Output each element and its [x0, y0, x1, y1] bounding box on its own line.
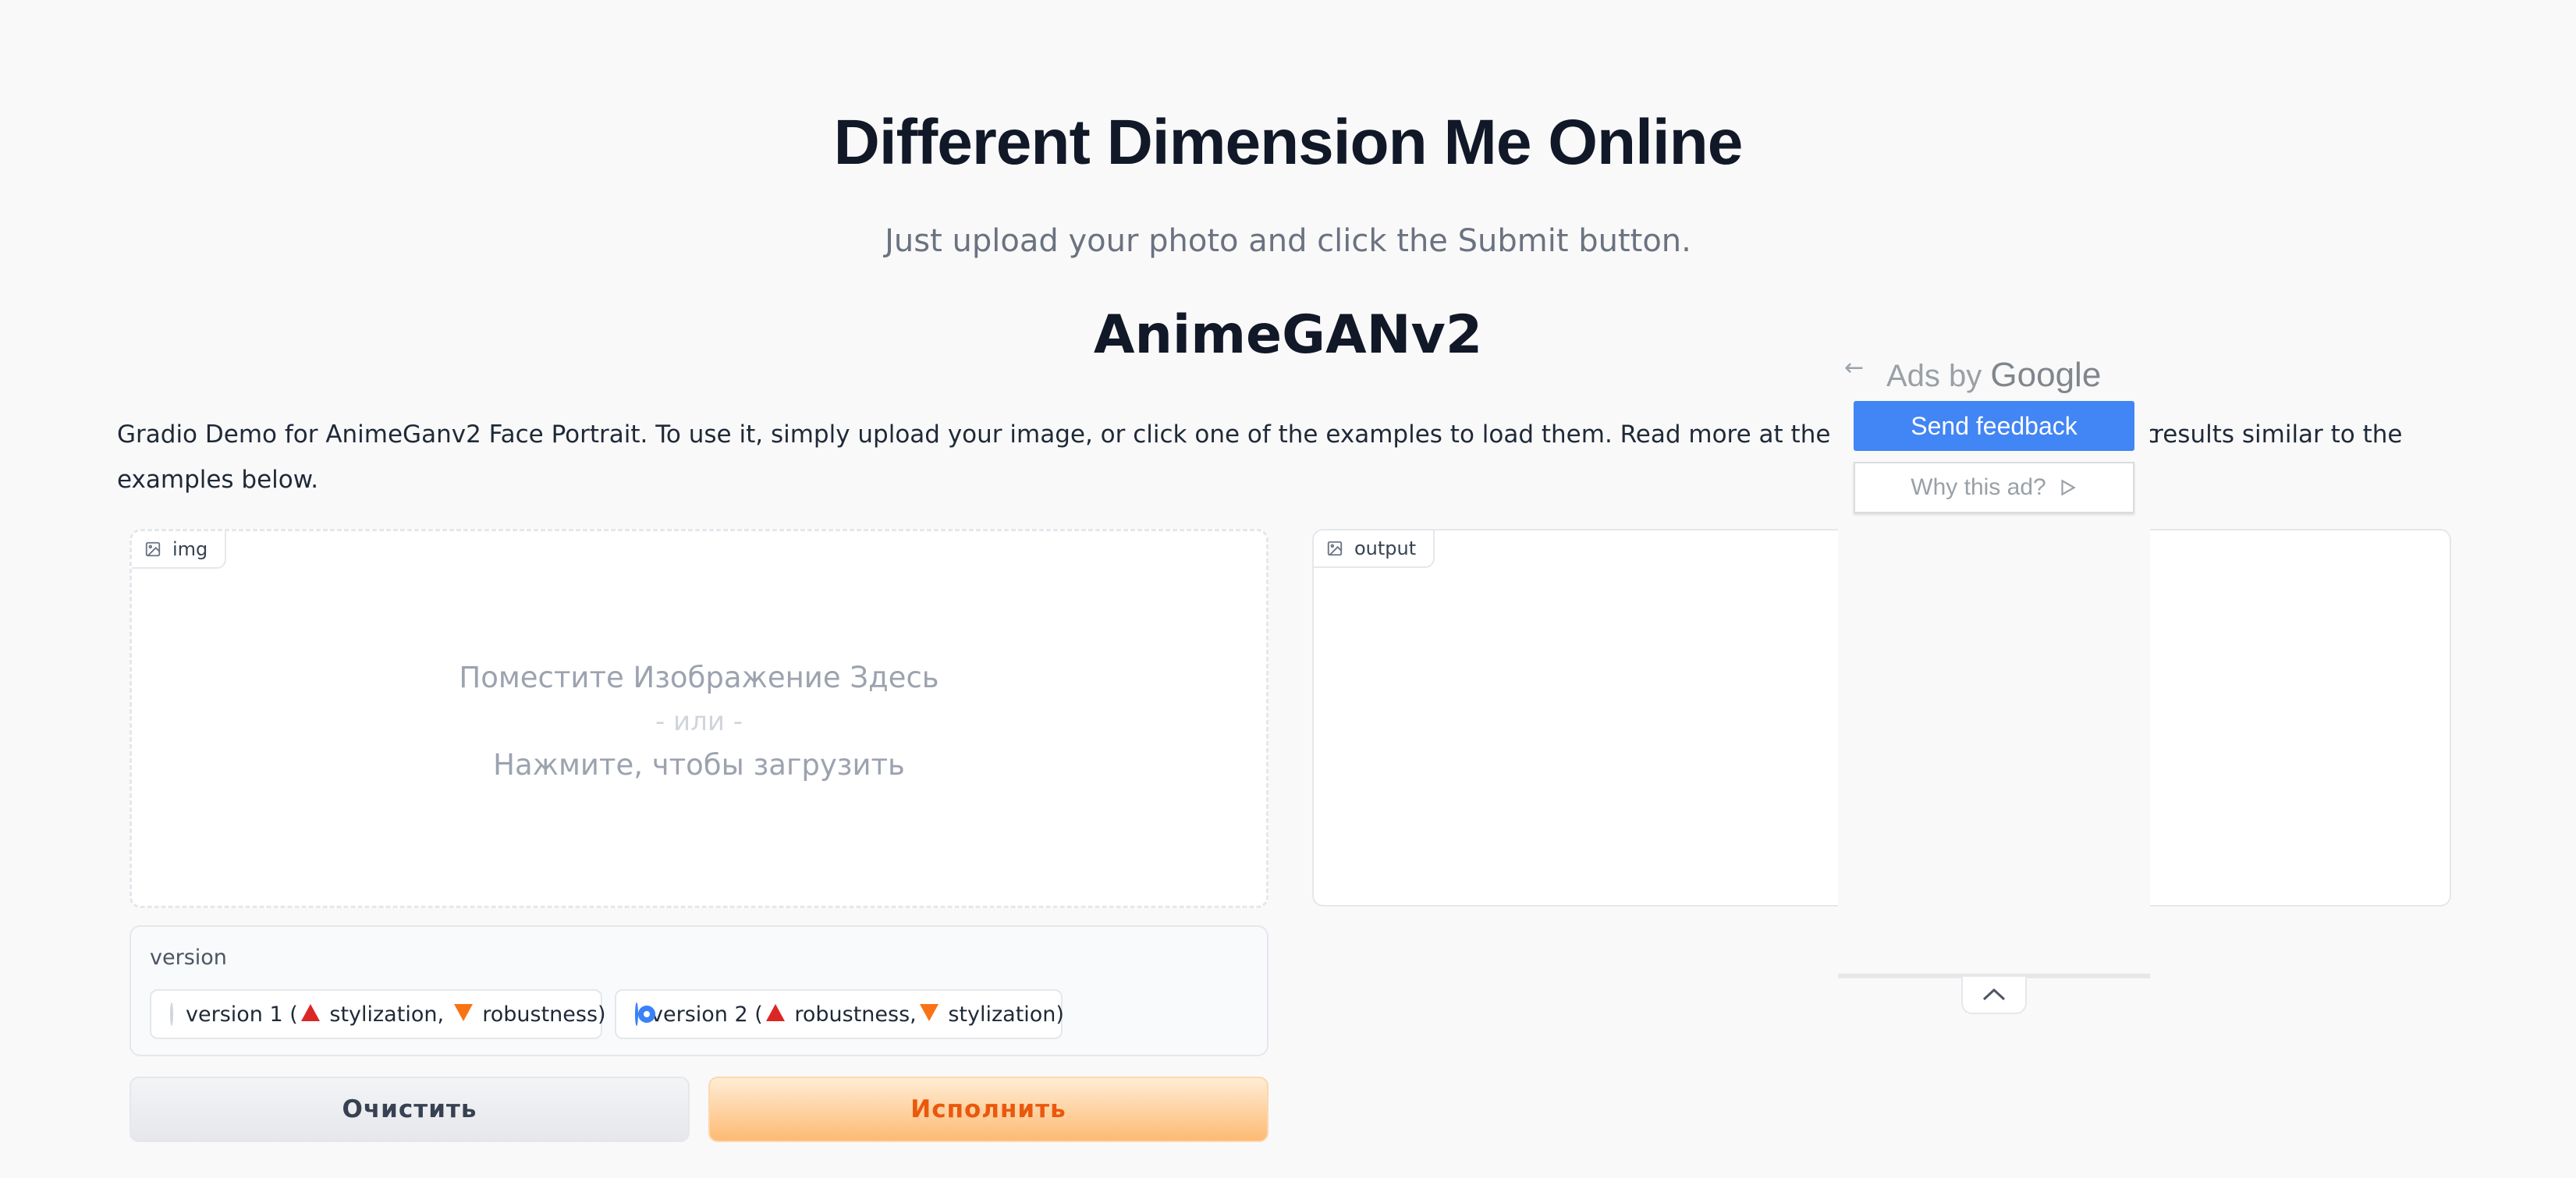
play-triangle-icon: [2061, 479, 2076, 496]
ad-overlay: ← Ads by Google Send feedback Why this a…: [1838, 346, 2150, 985]
img-label-tag: img: [132, 531, 227, 569]
option-1-prefix: version 1 (: [186, 1002, 298, 1027]
triangle-up-icon: [765, 1003, 785, 1021]
model-title: AnimeGANv2: [1093, 304, 1483, 366]
click-upload-text: Нажмите, чтобы загрузить: [493, 748, 905, 782]
option-2-prefix: version 2 (: [651, 1002, 763, 1027]
back-arrow-icon[interactable]: ←: [1844, 354, 1864, 381]
upload-instructions: Поместите Изображение Здесь - или - Нажм…: [132, 656, 1266, 787]
version-radio-group: version version 1 ( stylization, robustn…: [130, 925, 1268, 1056]
triangle-down-icon: [453, 1003, 473, 1021]
image-upload-dropzone[interactable]: img Поместите Изображение Здесь - или - …: [130, 529, 1268, 908]
collapse-ad-button[interactable]: [1961, 977, 2027, 1014]
option-1-a: stylization,: [329, 1002, 445, 1027]
version-2-option[interactable]: version 2 ( robustness, stylization): [615, 989, 1064, 1039]
img-label: img: [172, 538, 208, 560]
version-label: version: [150, 946, 227, 970]
google-logo-text: Google: [1990, 356, 2102, 394]
ads-by-google-label: Ads by Google: [1886, 356, 2101, 395]
page-subtitle: Just upload your photo and click the Sub…: [885, 223, 1691, 259]
why-this-ad-button[interactable]: Why this ad?: [1854, 462, 2134, 513]
image-icon: [145, 541, 161, 557]
radio-unselected-icon[interactable]: [170, 1002, 173, 1026]
output-label: output: [1354, 538, 1417, 559]
send-feedback-button[interactable]: Send feedback: [1854, 401, 2134, 451]
version-1-option[interactable]: version 1 ( stylization, robustness): [150, 989, 606, 1039]
radio-selected-icon[interactable]: [635, 1002, 655, 1026]
description-line-1-end: st results similar to the: [2124, 420, 2403, 449]
drop-text: Поместите Изображение Здесь: [459, 661, 939, 694]
submit-button[interactable]: Исполнить: [708, 1077, 1268, 1142]
why-this-ad-label: Why this ad?: [1911, 474, 2046, 500]
triangle-down-icon: [919, 1003, 939, 1021]
chevron-up-icon: [1982, 988, 2006, 1001]
image-icon: [1327, 541, 1343, 556]
page-title: Different Dimension Me Online: [833, 107, 1744, 178]
option-2-b: stylization): [948, 1002, 1064, 1027]
triangle-up-icon: [300, 1003, 320, 1021]
clear-button[interactable]: Очистить: [130, 1077, 690, 1142]
ads-by-text: Ads by: [1886, 359, 1982, 393]
or-text: - или -: [655, 706, 743, 737]
output-label-tag: output: [1314, 530, 1435, 568]
option-2-a: robustness,: [794, 1002, 917, 1027]
option-1-b: robustness): [482, 1002, 606, 1027]
